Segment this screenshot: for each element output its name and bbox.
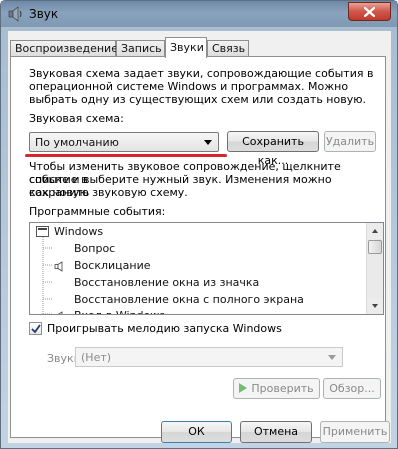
window-title: Звук: [29, 7, 59, 21]
list-item-label: Восстановление окна с полного экрана: [74, 293, 304, 306]
play-icon: [239, 383, 248, 393]
scroll-thumb[interactable]: [368, 240, 382, 254]
chevron-down-icon: [328, 355, 336, 360]
sound-file-value: (Нет): [81, 351, 112, 364]
tab-playback[interactable]: Воспроизведение: [10, 40, 118, 57]
dialog-client: Воспроизведение Запись Звуки Связь Звуко…: [8, 31, 391, 443]
list-item-label: Windows: [54, 225, 104, 238]
sound-file-select[interactable]: (Нет): [75, 347, 343, 367]
list-item-label: Восклицание: [74, 259, 151, 272]
startup-sound-checkbox[interactable]: [29, 322, 42, 335]
list-item[interactable]: Вход в Windows: [30, 307, 370, 314]
checkmark-icon: [31, 324, 41, 334]
test-button[interactable]: Проверить: [233, 378, 320, 399]
sounds-panel: Звуковая схема задает звуки, сопровождаю…: [10, 56, 386, 438]
tab-recording[interactable]: Запись: [116, 40, 165, 57]
list-item[interactable]: Вопрос: [30, 240, 370, 257]
description-line-3: выбрать одну из существующих схем или со…: [29, 93, 366, 106]
ok-button[interactable]: ОК: [161, 421, 232, 443]
tab-communications[interactable]: Связь: [207, 40, 249, 57]
sound-dialog: Звук Воспроизведение Запись Звуки Связь …: [0, 0, 398, 449]
tab-sounds[interactable]: Звуки: [165, 37, 207, 58]
list-item-label: Восстановление окна из значка: [74, 276, 260, 289]
sound-scheme-value: По умолчанию: [35, 136, 119, 149]
description-line-1: Звуковая схема задает звуки, сопровождаю…: [29, 67, 374, 80]
list-item-label: Вход в Windows: [74, 307, 165, 314]
cancel-button[interactable]: Отмена: [240, 421, 312, 443]
speaker-icon: [54, 310, 65, 314]
browse-button[interactable]: Обзор...: [323, 378, 381, 399]
save-as-button[interactable]: Сохранить как...: [227, 131, 319, 167]
list-item[interactable]: Windows: [30, 223, 370, 240]
scroll-up-button[interactable]: [367, 223, 383, 239]
list-item[interactable]: Восстановление окна из значка: [30, 274, 370, 291]
scroll-down-button[interactable]: [367, 298, 383, 314]
chevron-down-icon: [204, 140, 212, 145]
chevron-up-icon: [372, 229, 378, 233]
windows-group-icon: [36, 226, 49, 237]
highlight-underline: [25, 154, 227, 157]
sound-scheme-select[interactable]: По умолчанию: [29, 132, 219, 152]
close-button[interactable]: [348, 2, 391, 21]
program-events-list[interactable]: Windows Вопрос Восклицание Восстановлени…: [29, 222, 384, 315]
chevron-down-icon: [372, 304, 378, 308]
list-item[interactable]: Восстановление окна с полного экрана: [30, 291, 370, 308]
scheme-label: Звуковая схема:: [29, 112, 124, 125]
delete-button[interactable]: Удалить: [324, 131, 376, 152]
events-label: Программные события:: [29, 205, 166, 218]
list-item[interactable]: Восклицание: [30, 257, 370, 274]
apply-button[interactable]: Применить: [320, 421, 390, 443]
close-icon: [364, 7, 375, 17]
test-label: Проверить: [251, 382, 314, 395]
startup-sound-label: Проигрывать мелодию запуска Windows: [47, 322, 282, 335]
vertical-scrollbar[interactable]: [366, 223, 383, 314]
speaker-icon: [8, 6, 24, 22]
help-line-3: как новую звуковую схему.: [29, 186, 188, 199]
title-bar[interactable]: Звук: [1, 1, 397, 27]
list-item-label: Вопрос: [74, 242, 116, 255]
description-line-2: операционной системе Windows и программа…: [29, 80, 349, 93]
